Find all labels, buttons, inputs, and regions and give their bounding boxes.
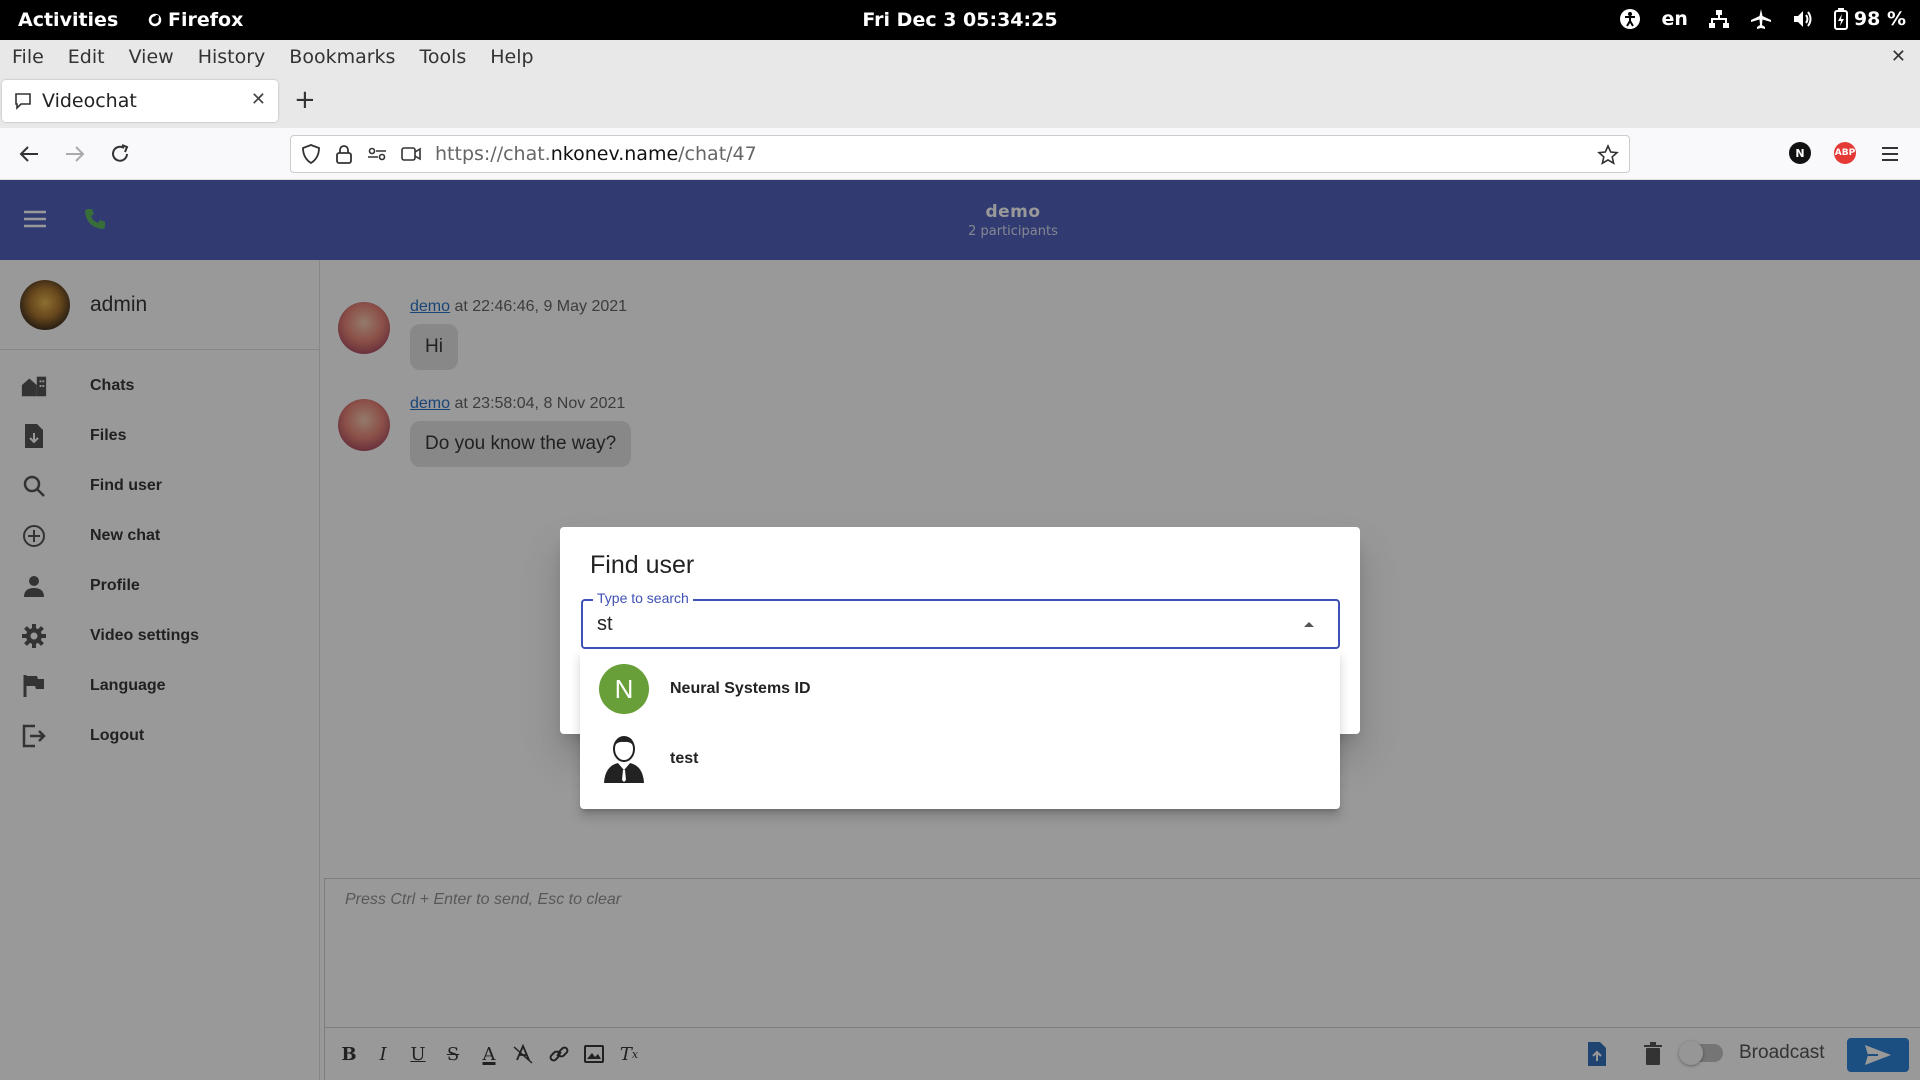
permissions-icon[interactable] <box>367 144 387 164</box>
battery-icon[interactable] <box>1833 8 1848 30</box>
adblock-plus-icon[interactable]: ABP <box>1834 142 1856 164</box>
menu-bookmarks[interactable]: Bookmarks <box>277 46 407 68</box>
camera-permission-icon[interactable] <box>401 144 421 164</box>
list-item[interactable]: N Neural Systems ID <box>580 654 1340 724</box>
network-icon[interactable] <box>1708 8 1730 30</box>
url-text: https://chat.nkonev.name/chat/47 <box>435 143 757 165</box>
tab-videochat[interactable]: Videochat ✕ <box>2 80 278 122</box>
url-prefix: https://chat. <box>435 143 551 165</box>
volume-icon[interactable] <box>1792 8 1814 30</box>
search-input[interactable]: Type to search st <box>581 590 1340 649</box>
search-results-list: N Neural Systems ID test <box>580 649 1340 809</box>
avatar <box>599 734 649 784</box>
forward-icon[interactable] <box>62 141 88 167</box>
menu-view[interactable]: View <box>117 46 186 68</box>
menu-tools[interactable]: Tools <box>407 46 478 68</box>
lock-icon[interactable] <box>335 144 353 164</box>
close-tab-icon[interactable]: ✕ <box>251 89 266 110</box>
url-host: nkonev.name <box>550 143 679 165</box>
airplane-mode-icon[interactable] <box>1750 8 1772 30</box>
menu-edit[interactable]: Edit <box>56 46 117 68</box>
avatar-initial: N <box>614 673 634 704</box>
result-name: test <box>670 750 699 767</box>
menu-help[interactable]: Help <box>478 46 545 68</box>
navigation-bar: https://chat.nkonev.name/chat/47 N ABP <box>0 128 1920 180</box>
extension-n-icon[interactable]: N <box>1789 142 1811 164</box>
tab-strip: Videochat ✕ + <box>0 74 1920 128</box>
accessibility-icon[interactable] <box>1619 8 1641 30</box>
back-icon[interactable] <box>16 141 42 167</box>
person-businessman-icon <box>604 736 644 783</box>
close-window-icon[interactable]: ✕ <box>1891 46 1906 67</box>
menu-file[interactable]: File <box>0 46 56 68</box>
list-item[interactable]: test <box>580 724 1340 794</box>
url-bar[interactable]: https://chat.nkonev.name/chat/47 <box>290 135 1630 173</box>
app-menu-icon[interactable] <box>1877 141 1903 167</box>
avatar: N <box>599 664 649 714</box>
new-tab-button[interactable]: + <box>294 85 316 115</box>
battery-percent: 98 % <box>1853 8 1906 30</box>
system-tray[interactable]: en 98 % <box>1619 8 1906 30</box>
search-input-value[interactable]: st <box>597 613 613 636</box>
reload-icon[interactable] <box>107 141 133 167</box>
tracking-protection-icon[interactable] <box>301 144 321 164</box>
keyboard-layout[interactable]: en <box>1661 8 1687 30</box>
chevron-up-icon[interactable] <box>1302 619 1316 629</box>
search-input-label: Type to search <box>593 590 693 606</box>
dialog-title: Find user <box>590 551 695 579</box>
tab-title: Videochat <box>42 90 137 112</box>
result-name: Neural Systems ID <box>670 680 811 697</box>
system-top-bar: Activities Firefox Fri Dec 3 05:34:25 en… <box>0 0 1920 40</box>
menu-history[interactable]: History <box>186 46 278 68</box>
bookmark-star-icon[interactable] <box>1597 144 1619 166</box>
menu-bar: File Edit View History Bookmarks Tools H… <box>0 40 1920 74</box>
url-path: /chat/47 <box>678 143 757 165</box>
chat-bubble-icon <box>14 92 32 110</box>
